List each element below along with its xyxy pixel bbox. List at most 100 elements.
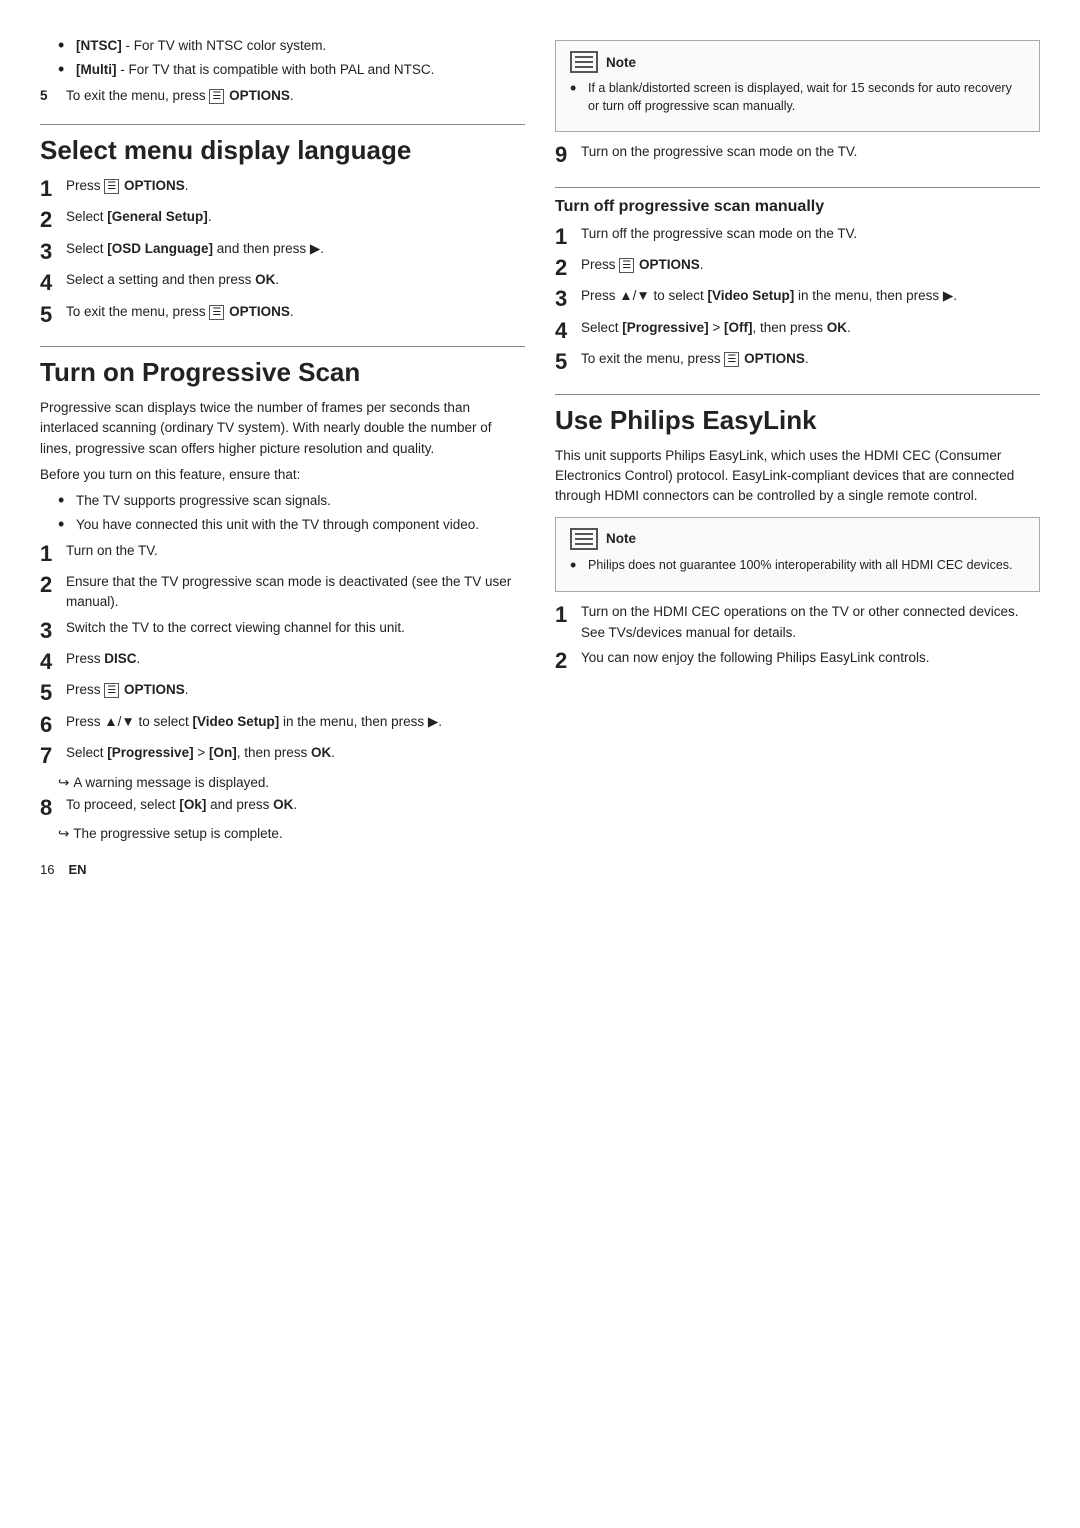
divider-2 (40, 346, 525, 347)
prog-step4-text: Press DISC. (66, 649, 525, 669)
bullet-dot-ntsc: • (58, 36, 72, 56)
prog-step7-arrow-text: A warning message is displayed. (73, 775, 269, 790)
prog-step1-text: Turn on the TV. (66, 541, 525, 561)
step9-text: Turn on the progressive scan mode on the… (581, 142, 1040, 162)
note-icon-line-2 (575, 61, 593, 63)
prog-bullet-dot-2: • (58, 515, 72, 535)
prog-step3: 3 Switch the TV to the correct viewing c… (40, 618, 525, 644)
prog-step1-num: 1 (40, 541, 66, 567)
top-step5-text: To exit the menu, press ☰ OPTIONS. (66, 86, 525, 106)
prog-step8-arrow: ↪ The progressive setup is complete. (58, 826, 525, 842)
note-header-top: Note (570, 51, 1025, 73)
select-step1-num: 1 (40, 176, 66, 202)
prog-step7-num: 7 (40, 743, 66, 769)
prog-step8-num: 8 (40, 795, 66, 821)
easylink-step2: 2 You can now enjoy the following Philip… (555, 648, 1040, 674)
note-header-easylink: Note (570, 528, 1025, 550)
easylink-desc: This unit supports Philips EasyLink, whi… (555, 446, 1040, 507)
prog-step2: 2 Ensure that the TV progressive scan mo… (40, 572, 525, 613)
prog-step7-arrow: ↪ A warning message is displayed. (58, 775, 525, 791)
options-icon-to2: ☰ (619, 258, 634, 273)
options-icon-3: ☰ (104, 683, 119, 698)
page-number: 16 (40, 862, 54, 877)
select-step3: 3 Select [OSD Language] and then press ▶… (40, 239, 525, 265)
arrow-sym-7: ↪ (58, 775, 69, 791)
select-step5-num: 5 (40, 302, 66, 328)
divider-right-1 (555, 187, 1040, 188)
turn-off-title: Turn off progressive scan manually (555, 198, 1040, 216)
prog-step3-text: Switch the TV to the correct viewing cha… (66, 618, 525, 638)
turnoff-step5: 5 To exit the menu, press ☰ OPTIONS. (555, 349, 1040, 375)
note-easylink-bullets: • Philips does not guarantee 100% intero… (570, 556, 1025, 576)
progressive-bullet-list: • The TV supports progressive scan signa… (58, 491, 525, 535)
note-top-bullet-text: If a blank/distorted screen is displayed… (588, 79, 1025, 115)
prog-step5-num: 5 (40, 680, 66, 706)
turnoff-step5-num: 5 (555, 349, 581, 375)
prog-step6: 6 Press ▲/▼ to select [Video Setup] in t… (40, 712, 525, 738)
turnoff-step4-num: 4 (555, 318, 581, 344)
multi-label: [Multi] (76, 62, 116, 77)
select-step3-text: Select [OSD Language] and then press ▶. (66, 239, 525, 259)
note-top-bullet-dot: • (570, 79, 584, 99)
step9-block: 9 Turn on the progressive scan mode on t… (555, 142, 1040, 168)
select-step5: 5 To exit the menu, press ☰ OPTIONS. (40, 302, 525, 328)
options-icon-2: ☰ (209, 305, 224, 320)
prog-step8: 8 To proceed, select [Ok] and press OK. (40, 795, 525, 821)
bullet-dot-multi: • (58, 60, 72, 80)
prog-bullet-1: • The TV supports progressive scan signa… (58, 491, 525, 511)
select-step1-text: Press ☰ OPTIONS. (66, 176, 525, 196)
select-step4: 4 Select a setting and then press OK. (40, 270, 525, 296)
note-el-bullet-dot: • (570, 556, 584, 576)
bullet-ntsc: • [NTSC] - For TV with NTSC color system… (58, 36, 525, 56)
prog-step1: 1 Turn on the TV. (40, 541, 525, 567)
top-step5: 5 To exit the menu, press ☰ OPTIONS. (40, 86, 525, 106)
prog-step8-arrow-text: The progressive setup is complete. (73, 826, 282, 841)
prog-step5-text: Press ☰ OPTIONS. (66, 680, 525, 700)
select-step3-num: 3 (40, 239, 66, 265)
prog-bullet-text-1: The TV supports progressive scan signals… (76, 491, 331, 511)
select-step2: 2 Select [General Setup]. (40, 207, 525, 233)
turnoff-step4-text: Select [Progressive] > [Off], then press… (581, 318, 1040, 338)
note-icon-line-3 (575, 66, 593, 68)
easylink-step2-num: 2 (555, 648, 581, 674)
left-column: • [NTSC] - For TV with NTSC color system… (40, 30, 525, 842)
turnoff-step2-num: 2 (555, 255, 581, 281)
easylink-step1-num: 1 (555, 602, 581, 628)
easylink-title: Use Philips EasyLink (555, 405, 1040, 436)
page-footer: 16 EN (40, 862, 1040, 877)
progressive-desc2: Before you turn on this feature, ensure … (40, 465, 525, 485)
prog-bullet-text-2: You have connected this unit with the TV… (76, 515, 479, 535)
select-step1: 1 Press ☰ OPTIONS. (40, 176, 525, 202)
note-icon-easylink (570, 528, 598, 550)
note-top-bullet-1: • If a blank/distorted screen is display… (570, 79, 1025, 115)
note-el-bullet-1: • Philips does not guarantee 100% intero… (570, 556, 1025, 576)
note-label-top: Note (606, 55, 636, 70)
prog-step4: 4 Press DISC. (40, 649, 525, 675)
select-step2-num: 2 (40, 207, 66, 233)
note-icon-line-1 (575, 56, 593, 58)
easylink-step1: 1 Turn on the HDMI CEC operations on the… (555, 602, 1040, 643)
bullet-multi-text: [Multi] - For TV that is compatible with… (76, 60, 434, 80)
easylink-step2-text: You can now enjoy the following Philips … (581, 648, 1040, 668)
note-box-top: Note • If a blank/distorted screen is di… (555, 40, 1040, 132)
prog-step2-num: 2 (40, 572, 66, 598)
prog-step2-text: Ensure that the TV progressive scan mode… (66, 572, 525, 613)
turnoff-step3-num: 3 (555, 286, 581, 312)
prog-step7: 7 Select [Progressive] > [On], then pres… (40, 743, 525, 769)
turnoff-step1: 1 Turn off the progressive scan mode on … (555, 224, 1040, 250)
select-step4-num: 4 (40, 270, 66, 296)
note-el-line-2 (575, 538, 593, 540)
note-box-easylink: Note • Philips does not guarantee 100% i… (555, 517, 1040, 593)
arrow-sym-8: ↪ (58, 826, 69, 842)
turnoff-step4: 4 Select [Progressive] > [Off], then pre… (555, 318, 1040, 344)
prog-step6-text: Press ▲/▼ to select [Video Setup] in the… (66, 712, 525, 732)
options-icon-to5: ☰ (724, 352, 739, 367)
turnoff-step1-text: Turn off the progressive scan mode on th… (581, 224, 1040, 244)
options-icon-top: ☰ (209, 89, 224, 104)
note-el-bullet-text: Philips does not guarantee 100% interope… (588, 556, 1013, 574)
note-icon-top (570, 51, 598, 73)
prog-bullet-dot-1: • (58, 491, 72, 511)
select-menu-title: Select menu display language (40, 135, 525, 166)
top-step5-num: 5 (40, 86, 66, 106)
prog-step4-num: 4 (40, 649, 66, 675)
